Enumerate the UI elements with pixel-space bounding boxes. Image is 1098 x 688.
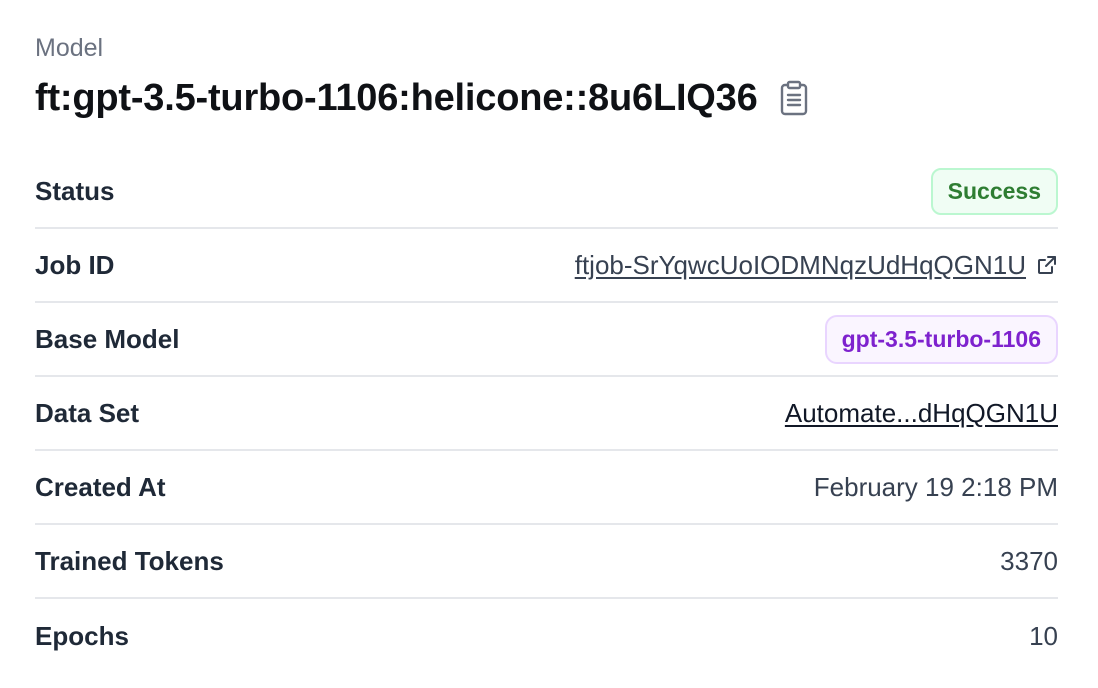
row-data-set: Data Set Automate...dHqQGN1U [35, 377, 1058, 451]
row-created-at: Created At February 19 2:18 PM [35, 451, 1058, 525]
model-title: ft:gpt-3.5-turbo-1106:helicone::8u6LIQ36 [35, 77, 758, 119]
created-at-value: February 19 2:18 PM [813, 471, 1058, 502]
data-set-label: Data Set [35, 397, 140, 428]
status-badge: Success [930, 167, 1058, 215]
row-base-model: Base Model gpt-3.5-turbo-1106 [35, 303, 1058, 377]
created-at-label: Created At [35, 471, 166, 502]
clipboard-icon[interactable] [778, 79, 810, 117]
model-title-row: ft:gpt-3.5-turbo-1106:helicone::8u6LIQ36 [35, 76, 810, 120]
epochs-label: Epochs [35, 620, 129, 651]
trained-tokens-label: Trained Tokens [35, 545, 224, 576]
row-epochs: Epochs 10 [35, 599, 1058, 673]
row-trained-tokens: Trained Tokens 3370 [35, 525, 1058, 599]
job-id-label: Job ID [35, 249, 115, 280]
model-label: Model [35, 34, 104, 62]
data-set-link[interactable]: Automate...dHqQGN1U [785, 398, 1058, 429]
row-status: Status Success [35, 155, 1058, 229]
row-job-id: Job ID ftjob-SrYqwcUoIODMNqzUdHqQGN1U [35, 229, 1058, 303]
job-id-link-group: ftjob-SrYqwcUoIODMNqzUdHqQGN1U [575, 250, 1058, 281]
epochs-value: 10 [1029, 620, 1058, 651]
external-link-icon[interactable] [1036, 254, 1058, 276]
details-list: Status Success Job ID ftjob-SrYqwcUoIODM… [35, 155, 1058, 673]
base-model-label: Base Model [35, 323, 180, 354]
base-model-badge: gpt-3.5-turbo-1106 [824, 314, 1058, 364]
status-label: Status [35, 175, 115, 206]
trained-tokens-value: 3370 [1000, 545, 1058, 576]
job-id-link[interactable]: ftjob-SrYqwcUoIODMNqzUdHqQGN1U [575, 250, 1026, 281]
